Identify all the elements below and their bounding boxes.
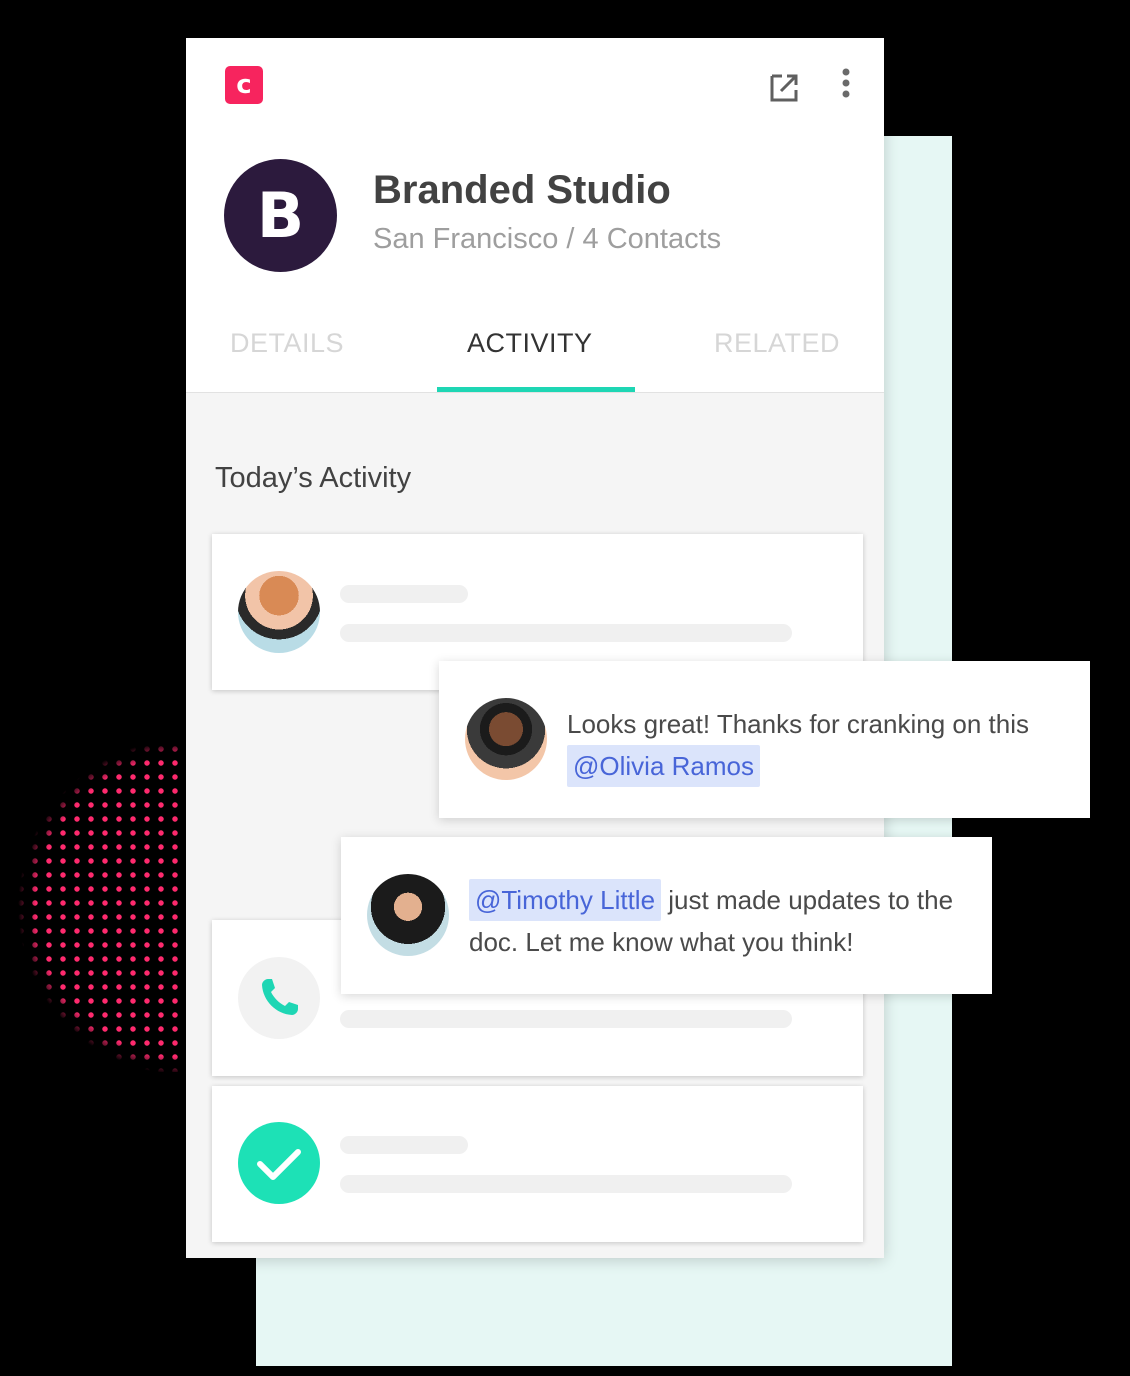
avatar	[238, 571, 320, 653]
tab-related[interactable]: RELATED	[714, 328, 840, 359]
tab-details[interactable]: DETAILS	[230, 328, 344, 359]
placeholder-line	[340, 585, 468, 603]
check-badge	[238, 1122, 320, 1204]
activity-card[interactable]	[212, 1086, 863, 1242]
crm-contact-panel: c B Branded Studio San Francisco / 4 Con…	[186, 38, 884, 1258]
panel-header: c B Branded Studio San Francisco / 4 Con…	[186, 38, 884, 393]
avatar	[465, 698, 547, 780]
comment-card[interactable]: @Timothy Little just made updates to the…	[341, 837, 992, 994]
comment-card[interactable]: Looks great! Thanks for cranking on this…	[439, 661, 1090, 818]
app-logo: c	[225, 66, 263, 104]
company-name: Branded Studio	[373, 168, 671, 212]
placeholder-line	[340, 1175, 792, 1193]
placeholder-line	[340, 624, 792, 642]
placeholder-line	[340, 1136, 468, 1154]
comment-body: Looks great! Thanks for cranking on this	[567, 709, 1029, 739]
phone-badge	[238, 957, 320, 1039]
active-tab-indicator	[437, 387, 635, 392]
check-icon	[257, 1149, 301, 1180]
comment-text: Looks great! Thanks for cranking on this…	[567, 703, 1067, 787]
phone-icon	[262, 979, 298, 1015]
company-avatar: B	[224, 159, 337, 272]
section-title: Today’s Activity	[215, 462, 412, 494]
mention-tag[interactable]: @Timothy Little	[469, 879, 662, 921]
tab-bar: DETAILS ACTIVITY RELATED	[186, 314, 884, 392]
company-meta: San Francisco / 4 Contacts	[373, 223, 722, 255]
avatar	[367, 874, 449, 956]
comment-text: @Timothy Little just made updates to the…	[469, 879, 969, 963]
tab-activity[interactable]: ACTIVITY	[467, 328, 593, 359]
open-external-icon[interactable]	[763, 67, 803, 107]
placeholder-line	[340, 1010, 792, 1028]
dot-pattern-decoration	[0, 742, 186, 1072]
more-vertical-icon[interactable]	[830, 64, 854, 104]
mention-tag[interactable]: @Olivia Ramos	[567, 745, 760, 787]
